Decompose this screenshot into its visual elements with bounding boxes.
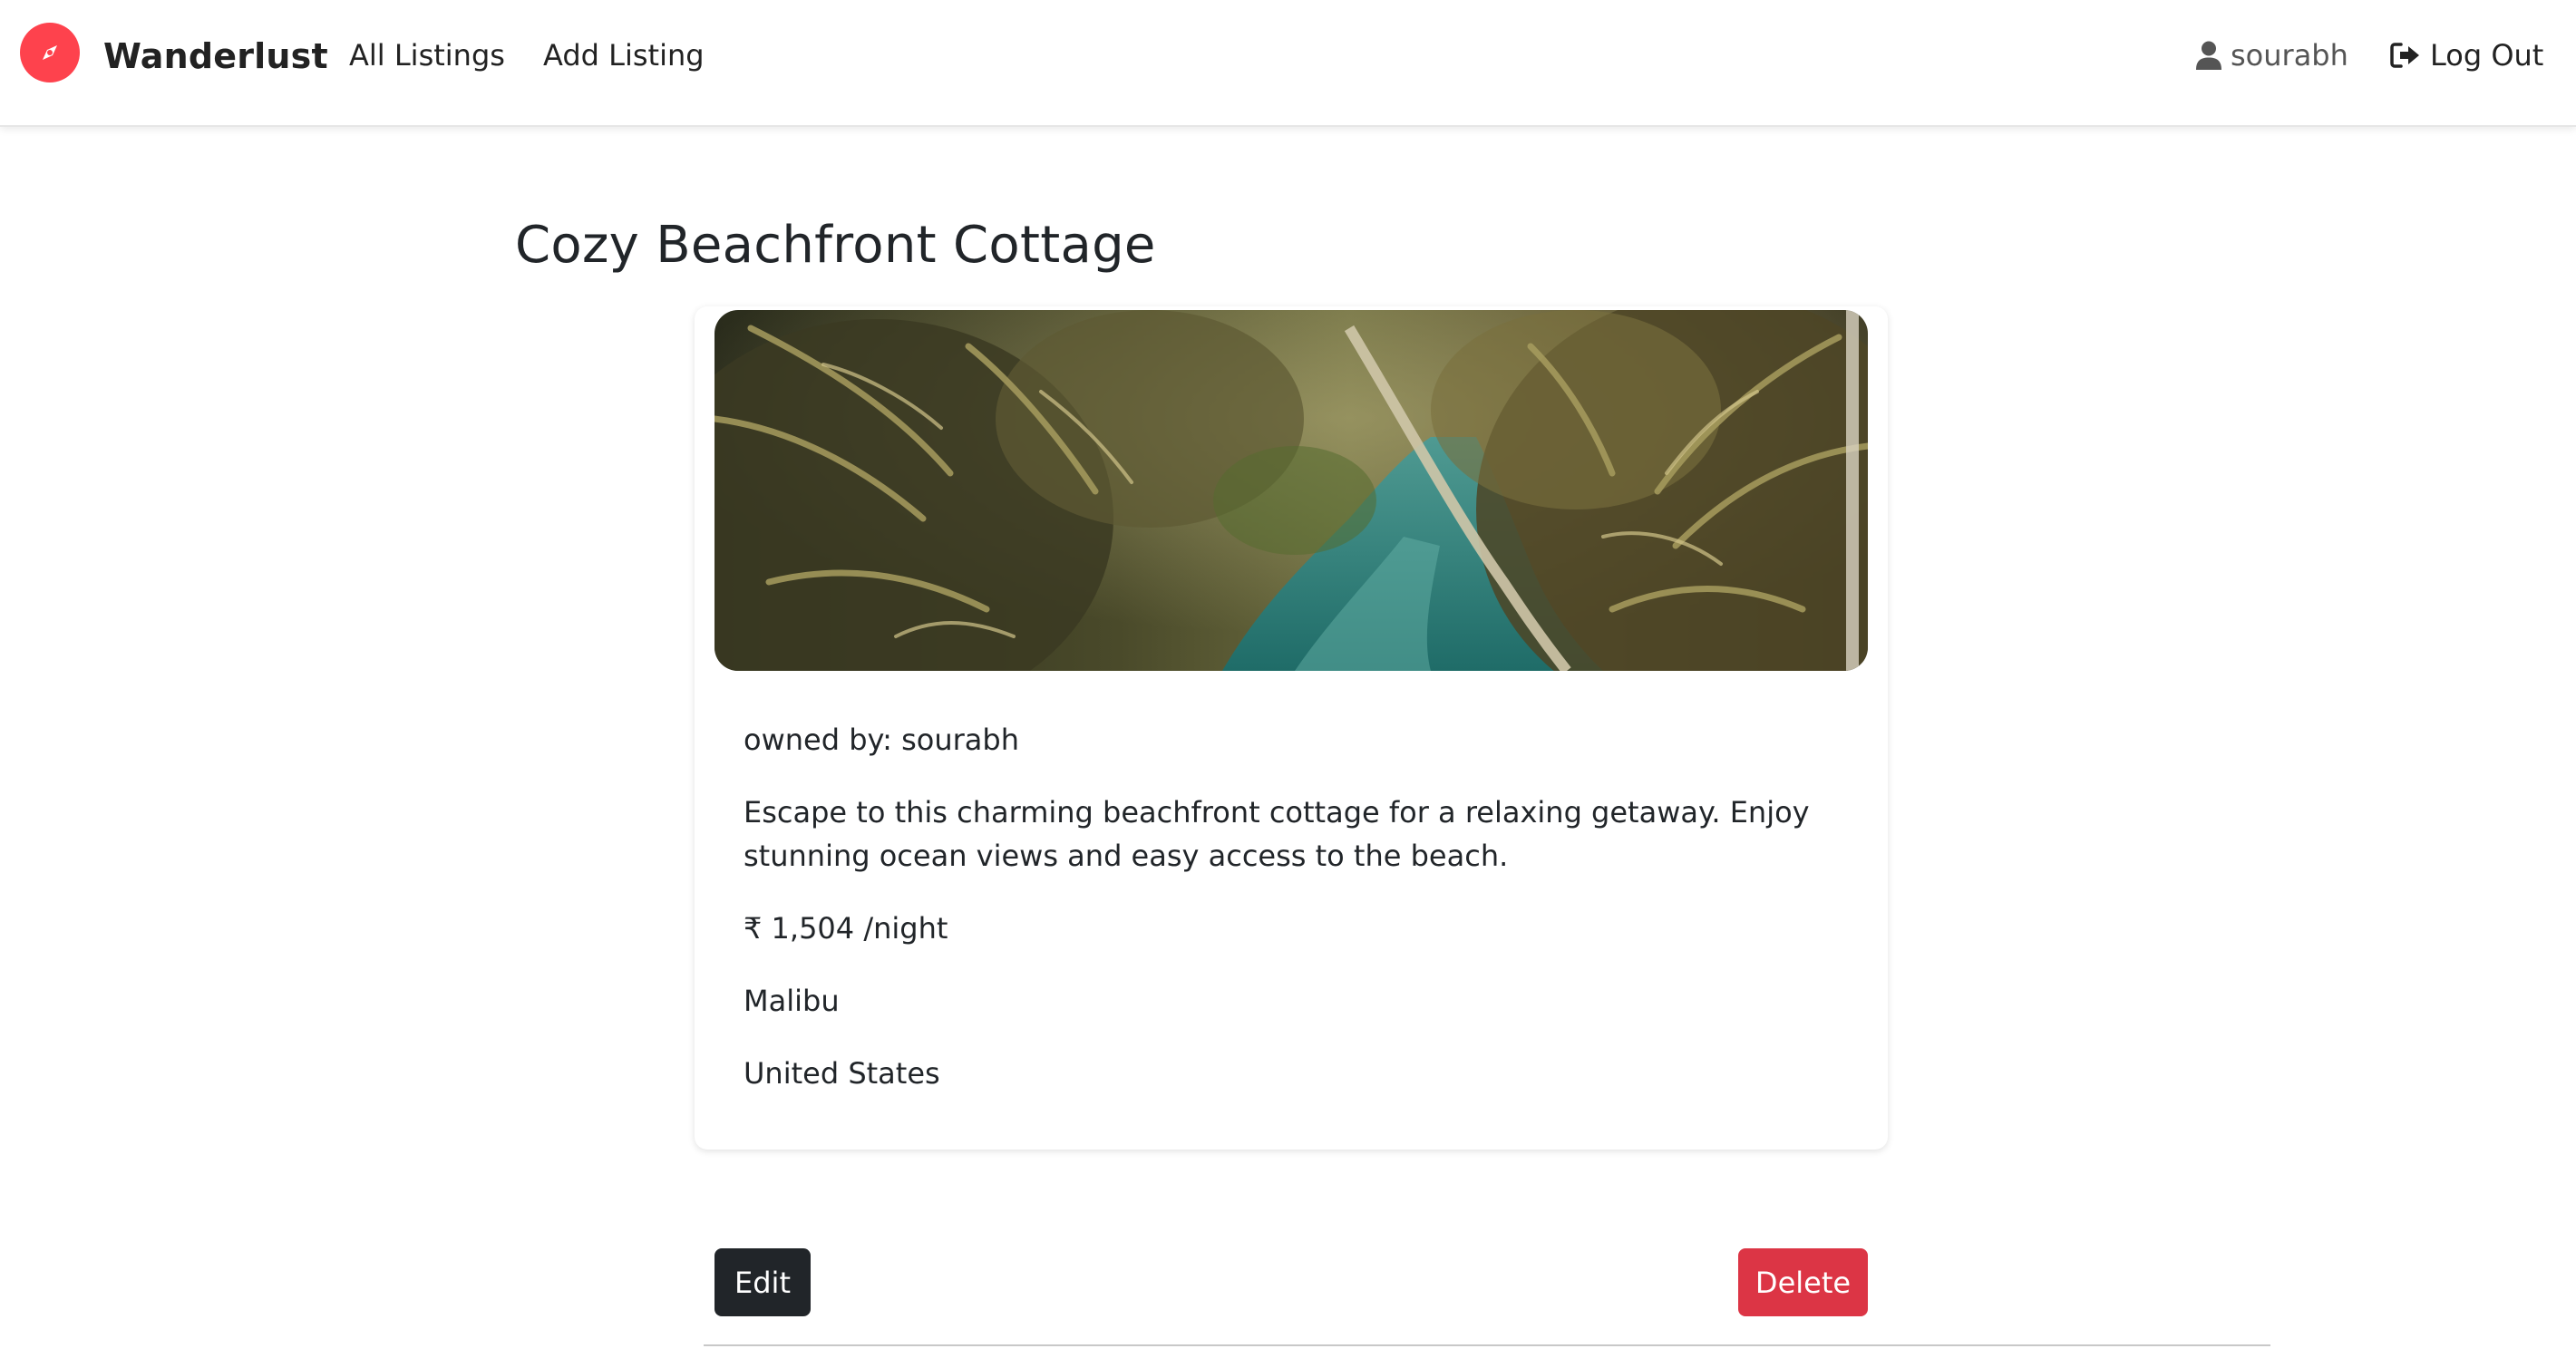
nav-all-listings[interactable]: All Listings [349, 38, 505, 73]
nav-user: sourabh [2196, 38, 2348, 73]
listing-description: Escape to this charming beachfront cotta… [744, 795, 1810, 873]
divider [704, 1344, 2270, 1346]
compass-icon[interactable] [20, 23, 80, 82]
listing-image [714, 310, 1868, 671]
logout-label: Log Out [2430, 38, 2544, 73]
navbar: Wanderlust All Listings Add Listing sour… [0, 0, 2576, 127]
brand-name[interactable]: Wanderlust [103, 36, 328, 76]
listing-price: ₹ 1,504 /night [744, 911, 948, 946]
listing-location: Malibu [744, 984, 840, 1018]
logout-icon [2390, 43, 2419, 68]
delete-button[interactable]: Delete [1738, 1248, 1868, 1316]
edit-button[interactable]: Edit [714, 1248, 811, 1316]
user-icon [2196, 41, 2221, 70]
nav-username: sourabh [2231, 38, 2348, 73]
page-title: Cozy Beachfront Cottage [515, 216, 1156, 275]
listing-country: United States [744, 1056, 940, 1091]
nav-add-listing[interactable]: Add Listing [543, 38, 705, 73]
listing-owner: owned by: sourabh [744, 723, 1019, 757]
logout-link[interactable]: Log Out [2390, 38, 2543, 73]
